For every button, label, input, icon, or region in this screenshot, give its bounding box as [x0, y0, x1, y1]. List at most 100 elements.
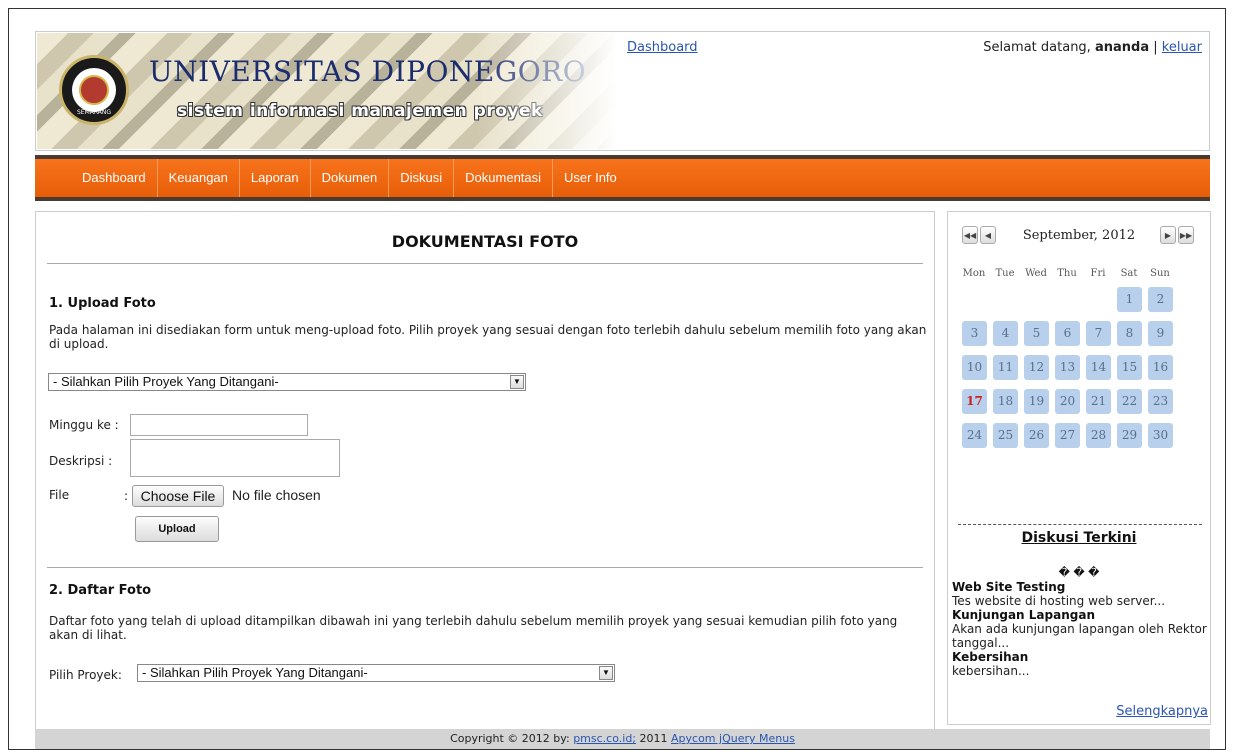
- file-colon: :: [124, 489, 129, 503]
- welcome-separator: |: [1153, 40, 1158, 55]
- calendar-day[interactable]: 19: [1024, 389, 1049, 414]
- no-file-text: No file chosen: [232, 487, 321, 503]
- discussion-title: Diskusi Terkini: [1021, 530, 1137, 546]
- calendar-day[interactable]: 16: [1148, 355, 1173, 380]
- list-description: Daftar foto yang telah di upload ditampi…: [49, 614, 898, 642]
- calendar-day[interactable]: 14: [1086, 355, 1111, 380]
- discussion-item-text: Akan ada kunjungan lapangan oleh Rektor …: [952, 622, 1207, 650]
- calendar-day[interactable]: 10: [962, 355, 987, 380]
- calendar-weekday: Fri: [1090, 268, 1106, 279]
- welcome-prefix: Selamat datang,: [983, 40, 1091, 55]
- menu-item-dokumen[interactable]: Dokumen: [311, 159, 390, 197]
- upload-project-select-value: - Silahkan Pilih Proyek Yang Ditangani-: [53, 374, 279, 389]
- username: ananda: [1094, 40, 1150, 55]
- header: SEMARANG UNIVERSITAS DIPONEGORO sistem i…: [35, 31, 1210, 151]
- divider: [47, 263, 923, 264]
- calendar-day[interactable]: 11: [993, 355, 1018, 380]
- menu-item-keuangan[interactable]: Keuangan: [158, 159, 240, 197]
- calendar-weekday: Sun: [1150, 268, 1170, 279]
- next-month-icon[interactable]: ▶: [1160, 226, 1176, 244]
- calendar-weekday: Tue: [995, 268, 1015, 279]
- menu-item-dashboard[interactable]: Dashboard: [71, 159, 158, 197]
- page-title: DOKUMENTASI FOTO: [391, 232, 579, 251]
- week-input[interactable]: [130, 414, 308, 436]
- upload-description: Pada halaman ini disediakan form untuk m…: [49, 323, 927, 351]
- discussion-item-title[interactable]: Kunjungan Lapangan: [952, 608, 1208, 622]
- chevron-down-icon: ▼: [510, 375, 524, 389]
- calendar-day[interactable]: 13: [1055, 355, 1080, 380]
- upload-project-select[interactable]: - Silahkan Pilih Proyek Yang Ditangani- …: [48, 373, 526, 391]
- calendar-header: ◀◀ ◀ September, 2012 ▶ ▶▶: [948, 226, 1210, 248]
- menu-item-laporan[interactable]: Laporan: [240, 159, 311, 197]
- calendar-day[interactable]: 1: [1117, 287, 1142, 312]
- calendar-day[interactable]: 28: [1086, 423, 1111, 448]
- calendar-day[interactable]: 2: [1148, 287, 1173, 312]
- calendar-weekday: Thu: [1057, 268, 1077, 279]
- main-content: DOKUMENTASI FOTO 1. Upload Foto Pada hal…: [35, 211, 935, 731]
- discussion-item-text: kebersihan...: [952, 664, 1030, 678]
- list-project-select[interactable]: - Silahkan Pilih Proyek Yang Ditangani- …: [137, 664, 615, 682]
- discussion-item-title[interactable]: Kebersihan: [952, 650, 1208, 664]
- calendar-day[interactable]: 3: [962, 321, 987, 346]
- upload-section-heading: 1. Upload Foto: [49, 296, 156, 311]
- discussion-item-text: Tes website di hosting web server...: [952, 594, 1166, 608]
- calendar-day[interactable]: 18: [993, 389, 1018, 414]
- footer-copyright: Copyright © 2012 by:: [450, 732, 570, 745]
- calendar-day[interactable]: 22: [1117, 389, 1142, 414]
- footer-link-apycom[interactable]: Apycom jQuery Menus: [671, 732, 795, 745]
- description-textarea[interactable]: [130, 439, 340, 477]
- calendar-weekday: Wed: [1025, 268, 1047, 279]
- calendar-day[interactable]: 8: [1117, 321, 1142, 346]
- file-label: File: [49, 488, 70, 502]
- menu-item-diskusi[interactable]: Diskusi: [389, 159, 455, 197]
- footer-year: 2011: [639, 732, 668, 745]
- calendar-day[interactable]: 30: [1148, 423, 1173, 448]
- calendar-day[interactable]: 26: [1024, 423, 1049, 448]
- divider: [47, 567, 923, 568]
- calendar-day[interactable]: 6: [1055, 321, 1080, 346]
- menu-item-user-info[interactable]: User Info: [553, 159, 628, 197]
- more-link[interactable]: Selengkapnya: [1116, 704, 1208, 719]
- seal-text: SEMARANG: [76, 109, 112, 116]
- calendar-day[interactable]: 21: [1086, 389, 1111, 414]
- menu-item-dokumentasi[interactable]: Dokumentasi: [454, 159, 554, 197]
- calendar-day[interactable]: 23: [1148, 389, 1173, 414]
- calendar-day[interactable]: 7: [1086, 321, 1111, 346]
- calendar-weekday: Mon: [962, 268, 986, 279]
- week-label: Minggu ke :: [49, 418, 119, 432]
- university-seal-logo: SEMARANG: [59, 55, 129, 125]
- header-banner: SEMARANG UNIVERSITAS DIPONEGORO sistem i…: [37, 33, 617, 149]
- calendar-day[interactable]: 25: [993, 423, 1018, 448]
- calendar-day[interactable]: 29: [1117, 423, 1142, 448]
- divider: [958, 524, 1202, 525]
- calendar-day-today[interactable]: 17: [962, 389, 987, 414]
- discussion-list: Web Site Testing Tes website di hosting …: [952, 580, 1208, 678]
- description-label: Deskripsi :: [49, 454, 113, 468]
- list-project-select-value: - Silahkan Pilih Proyek Yang Ditangani-: [142, 665, 368, 680]
- discussion-dots: � � �: [1058, 566, 1100, 579]
- calendar-day[interactable]: 4: [993, 321, 1018, 346]
- welcome-text: Selamat datang, ananda | keluar: [983, 40, 1202, 55]
- system-subtitle: sistem informasi manajemen proyek: [177, 101, 543, 121]
- calendar-day[interactable]: 24: [962, 423, 987, 448]
- footer: Copyright © 2012 by: pmsc.co.id; 2011 Ap…: [35, 729, 1210, 749]
- calendar-day[interactable]: 12: [1024, 355, 1049, 380]
- choose-file-button[interactable]: Choose File: [132, 485, 224, 507]
- sidebar: ◀◀ ◀ September, 2012 ▶ ▶▶ Mon Tue Wed Thu Fr…: [947, 211, 1211, 725]
- discussion-item-title[interactable]: Web Site Testing: [952, 580, 1208, 594]
- chevron-down-icon: ▼: [599, 666, 613, 680]
- calendar-day[interactable]: 15: [1117, 355, 1142, 380]
- logout-link[interactable]: keluar: [1162, 40, 1202, 55]
- university-title: UNIVERSITAS DIPONEGORO: [149, 55, 587, 88]
- calendar-day[interactable]: 20: [1055, 389, 1080, 414]
- next-year-icon[interactable]: ▶▶: [1178, 226, 1194, 244]
- upload-button[interactable]: Upload: [135, 516, 219, 542]
- project-label: Pilih Proyek:: [49, 668, 122, 682]
- list-section-heading: 2. Daftar Foto: [49, 583, 152, 598]
- calendar-day[interactable]: 9: [1148, 321, 1173, 346]
- calendar-day[interactable]: 27: [1055, 423, 1080, 448]
- calendar-day[interactable]: 5: [1024, 321, 1049, 346]
- main-menu: Dashboard Keuangan Laporan Dokumen Disku…: [35, 155, 1210, 201]
- header-dashboard-link[interactable]: Dashboard: [627, 40, 698, 55]
- footer-link-pmsc[interactable]: pmsc.co.id;: [573, 732, 636, 745]
